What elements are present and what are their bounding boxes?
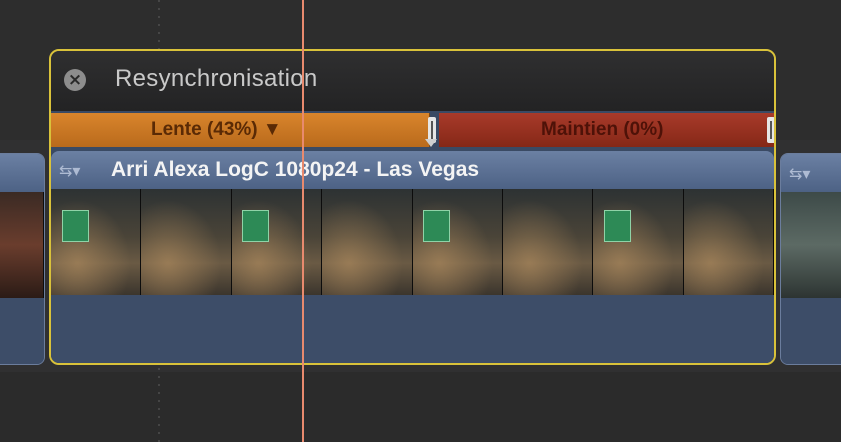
frame-sign: [61, 210, 89, 242]
clip-main-header: ⇆▾ Arri Alexa LogC 1080p24 - Las Vegas: [51, 151, 774, 189]
retime-handle-hold[interactable]: [767, 117, 774, 143]
clip-main[interactable]: ⇆▾ Arri Alexa LogC 1080p24 - Las Vegas: [51, 151, 774, 363]
clip-left-audio: [0, 298, 44, 364]
filmstrip-frame: [502, 189, 594, 295]
retime-title: Resynchronisation: [115, 65, 318, 92]
clip-left-header: [0, 154, 44, 192]
clip-main-audio: [51, 295, 774, 363]
filmstrip-frame: [231, 189, 323, 295]
clip-right[interactable]: ⇆▾: [780, 153, 841, 365]
playhead[interactable]: [302, 0, 304, 442]
clip-right-audio: [781, 298, 841, 364]
clip-left-filmstrip: [0, 192, 44, 298]
filmstrip-frame: [593, 189, 684, 295]
retime-segment-hold-label: Maintien (0%): [541, 119, 664, 140]
clip-left[interactable]: [0, 153, 45, 365]
filmstrip-frame: [141, 189, 232, 295]
clip-right-frame: [781, 192, 841, 298]
retime-marker-icon: [425, 139, 437, 147]
retime-clip-icon: ⇆▾: [59, 161, 81, 180]
clip-main-filmstrip: [51, 189, 774, 295]
retime-segment-slow[interactable]: Lente (43%) ▼: [51, 113, 430, 147]
frame-sign: [423, 210, 451, 242]
clip-icon: ⇆▾: [789, 164, 811, 183]
clip-left-frame: [0, 192, 44, 298]
filmstrip-frame: [683, 189, 774, 295]
clip-main-title: Arri Alexa LogC 1080p24 - Las Vegas: [111, 158, 480, 181]
frame-sign: [242, 210, 270, 242]
retime-segment-hold[interactable]: Maintien (0%): [439, 113, 774, 147]
frame-sign: [603, 210, 631, 242]
retime-header: × Resynchronisation: [51, 51, 774, 111]
close-icon[interactable]: ×: [64, 69, 86, 91]
clip-right-header: ⇆▾: [781, 154, 841, 192]
filmstrip-frame: [412, 189, 503, 295]
retime-segment-slow-label[interactable]: Lente (43%) ▼: [151, 119, 282, 141]
filmstrip-frame: [322, 189, 413, 295]
clip-right-filmstrip: [781, 192, 841, 298]
retime-speed-bar: Lente (43%) ▼ Maintien (0%): [51, 113, 774, 147]
filmstrip-frame: [51, 189, 142, 295]
timeline-background-bottom: [0, 372, 841, 442]
